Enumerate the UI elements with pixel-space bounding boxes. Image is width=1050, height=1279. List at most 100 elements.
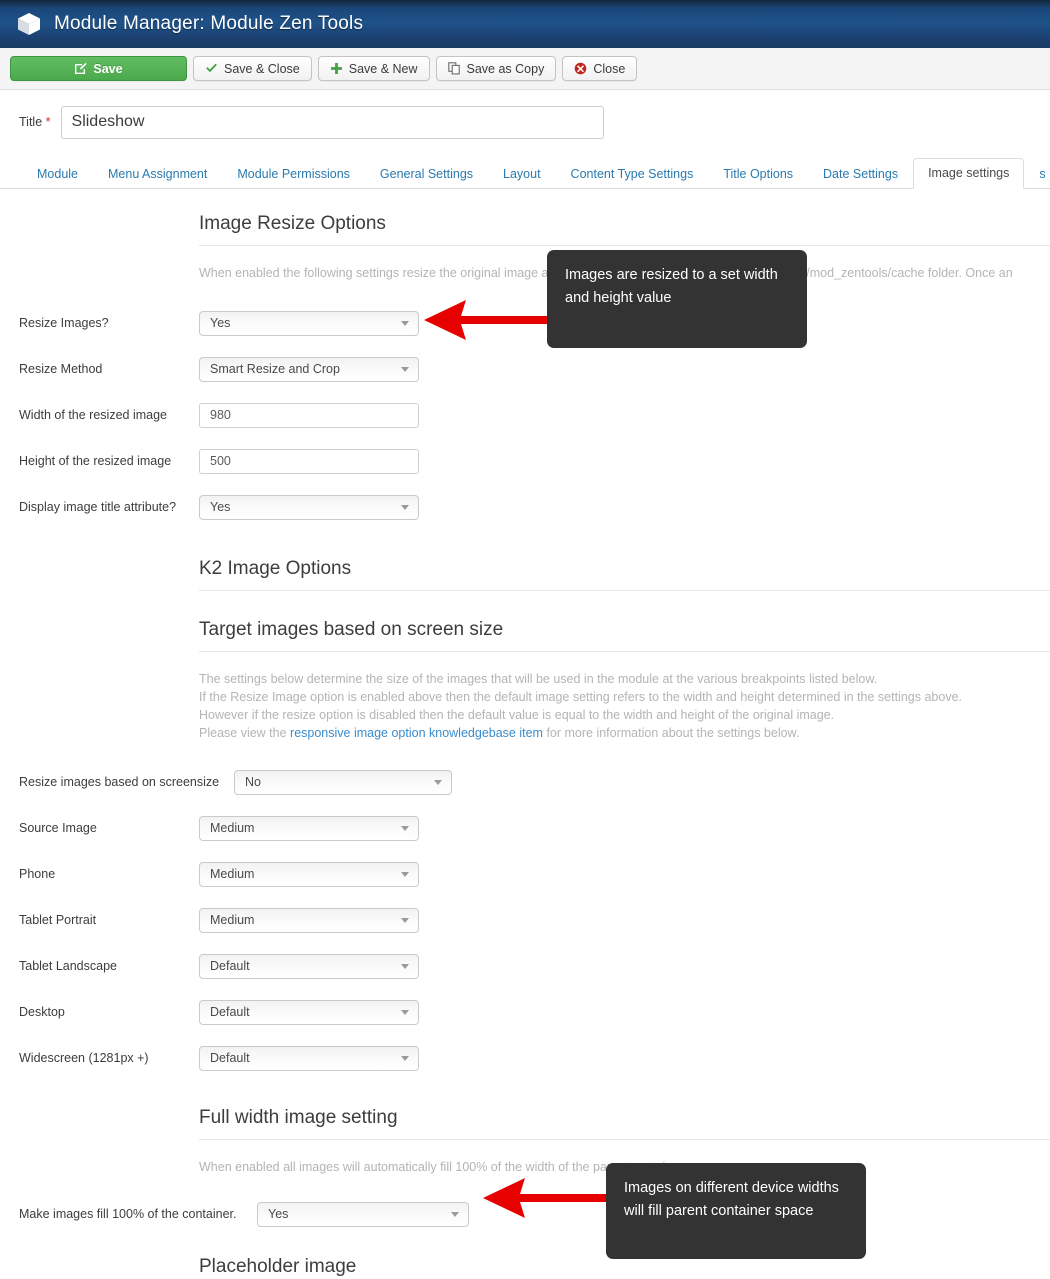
plus-icon xyxy=(330,62,343,75)
tablet-landscape-select[interactable]: Default xyxy=(199,953,419,979)
field-label-desktop: Desktop xyxy=(19,1005,65,1019)
chevron-down-icon xyxy=(401,367,409,372)
tab-title-options[interactable]: Title Options xyxy=(708,159,808,190)
field-label-display-title: Display image title attribute? xyxy=(19,500,177,514)
save-pencil-icon xyxy=(74,62,88,75)
close-circle-icon xyxy=(574,62,587,75)
field-source-image: Source Image Medium xyxy=(0,815,1050,841)
title-input[interactable] xyxy=(60,105,604,139)
target-screen-desc-line-4: Please view the responsive image option … xyxy=(199,724,1050,742)
source-image-select[interactable]: Medium xyxy=(199,815,419,841)
divider xyxy=(199,245,1050,246)
chevron-down-icon xyxy=(401,1010,409,1015)
section-full-width: Full width image setting When enabled al… xyxy=(0,1092,1050,1176)
check-icon xyxy=(205,62,218,75)
field-label-tablet-portrait: Tablet Portrait xyxy=(19,913,97,927)
tab-date-settings[interactable]: Date Settings xyxy=(808,159,913,190)
title-row: Title * xyxy=(0,104,1050,140)
resize-method-value: Smart Resize and Crop xyxy=(210,362,340,376)
chevron-down-icon xyxy=(401,826,409,831)
settings-content: Image Resize Options When enabled the fo… xyxy=(0,189,1050,1279)
save-and-new-button[interactable]: Save & New xyxy=(317,56,430,81)
link-line-suffix: for more information about the settings … xyxy=(542,726,800,740)
desktop-select[interactable]: Default xyxy=(199,999,419,1025)
fill-container-select[interactable]: Yes xyxy=(257,1201,469,1227)
resize-method-select[interactable]: Smart Resize and Crop xyxy=(199,356,419,382)
section-k2-image-options: K2 Image Options xyxy=(0,541,1050,591)
page-title: Module Manager: Module Zen Tools xyxy=(54,13,364,34)
callout-2-text: Images on different device widths will f… xyxy=(624,1180,839,1219)
divider xyxy=(199,651,1050,652)
tablet-landscape-value: Default xyxy=(210,959,250,973)
chevron-down-icon xyxy=(401,1056,409,1061)
save-button[interactable]: Save xyxy=(10,56,187,81)
width-input[interactable] xyxy=(199,402,419,428)
target-screen-desc-line-1: The settings below determine the size of… xyxy=(199,672,878,686)
save-as-copy-label: Save as Copy xyxy=(466,61,545,76)
knowledgebase-link[interactable]: responsive image option knowledgebase it… xyxy=(290,726,543,740)
save-and-new-label: Save & New xyxy=(348,61,418,76)
tab-content-type-settings[interactable]: Content Type Settings xyxy=(556,159,709,190)
chevron-down-icon xyxy=(434,780,442,785)
field-label-resize-method: Resize Method xyxy=(19,362,103,376)
tab-general-settings[interactable]: General Settings xyxy=(365,159,488,190)
tablet-portrait-select[interactable]: Medium xyxy=(199,907,419,933)
required-asterisk: * xyxy=(45,115,51,129)
callout-1-text: Images are resized to a set width and he… xyxy=(565,267,778,306)
field-label-resize-screensize: Resize images based on screensize xyxy=(19,775,220,789)
callout-arrow-1 xyxy=(424,296,554,344)
section-heading-full-width: Full width image setting xyxy=(199,1107,398,1128)
resize-images-select[interactable]: Yes xyxy=(199,310,419,336)
close-button[interactable]: Close xyxy=(562,56,638,81)
field-widescreen: Widescreen (1281px +) Default xyxy=(0,1045,1050,1071)
target-screen-desc-line-2: If the Resize Image option is enabled ab… xyxy=(199,690,962,704)
callout-resize-images: Images are resized to a set width and he… xyxy=(547,250,807,348)
field-label-height: Height of the resized image xyxy=(19,454,172,468)
field-label-resize-images: Resize Images? xyxy=(19,316,109,330)
tab-module[interactable]: Module xyxy=(22,159,93,190)
desktop-value: Default xyxy=(210,1005,250,1019)
field-label-fill-container: Make images fill 100% of the container. xyxy=(19,1207,237,1221)
chevron-down-icon xyxy=(401,918,409,923)
save-as-copy-button[interactable]: Save as Copy xyxy=(435,56,557,81)
field-label-tablet-landscape: Tablet Landscape xyxy=(19,959,117,973)
tab-overflow-partial[interactable]: s xyxy=(1024,159,1046,190)
phone-value: Medium xyxy=(210,867,255,881)
divider xyxy=(199,1139,1050,1140)
module-manager-page: Module Manager: Module Zen Tools Save Sa… xyxy=(0,0,1050,1279)
height-input[interactable] xyxy=(199,448,419,474)
link-line-prefix: Please view the xyxy=(199,726,291,740)
resize-by-screensize-value: No xyxy=(245,775,261,789)
target-screen-desc-line-3: However if the resize option is disabled… xyxy=(199,708,835,722)
section-heading-placeholder-image: Placeholder image xyxy=(199,1256,357,1277)
field-label-widescreen: Widescreen (1281px +) xyxy=(19,1051,149,1065)
chevron-down-icon xyxy=(401,321,409,326)
widescreen-select[interactable]: Default xyxy=(199,1045,419,1071)
close-button-label: Close xyxy=(593,61,626,76)
chevron-down-icon xyxy=(401,872,409,877)
tab-module-permissions[interactable]: Module Permissions xyxy=(222,159,365,190)
field-tablet-portrait: Tablet Portrait Medium xyxy=(0,907,1050,933)
section-placeholder-image: Placeholder image xyxy=(0,1248,1050,1279)
section-image-resize: Image Resize Options When enabled the fo… xyxy=(0,189,1050,282)
resize-images-value: Yes xyxy=(210,316,231,330)
widescreen-value: Default xyxy=(210,1051,250,1065)
toolbar: Save Save & Close Save & New Save as Cop… xyxy=(0,48,1050,90)
field-resize-method: Resize Method Smart Resize and Crop xyxy=(0,356,1050,382)
tab-image-settings[interactable]: Image settings xyxy=(913,157,1025,189)
field-height-resized-image: Height of the resized image xyxy=(0,448,1050,474)
app-header: Module Manager: Module Zen Tools xyxy=(0,0,1050,48)
resize-by-screensize-select[interactable]: No xyxy=(234,769,452,795)
phone-select[interactable]: Medium xyxy=(199,861,419,887)
chevron-down-icon xyxy=(401,964,409,969)
save-and-close-button[interactable]: Save & Close xyxy=(193,56,312,81)
title-field-label: Title * xyxy=(19,115,51,129)
display-image-title-value: Yes xyxy=(210,500,231,514)
tab-layout[interactable]: Layout xyxy=(488,159,556,190)
tablet-portrait-value: Medium xyxy=(210,913,255,927)
fill-container-value: Yes xyxy=(268,1207,289,1221)
tab-menu-assignment[interactable]: Menu Assignment xyxy=(93,159,222,190)
field-label-width: Width of the resized image xyxy=(19,408,167,422)
display-image-title-select[interactable]: Yes xyxy=(199,494,419,520)
copy-icon xyxy=(447,62,461,75)
